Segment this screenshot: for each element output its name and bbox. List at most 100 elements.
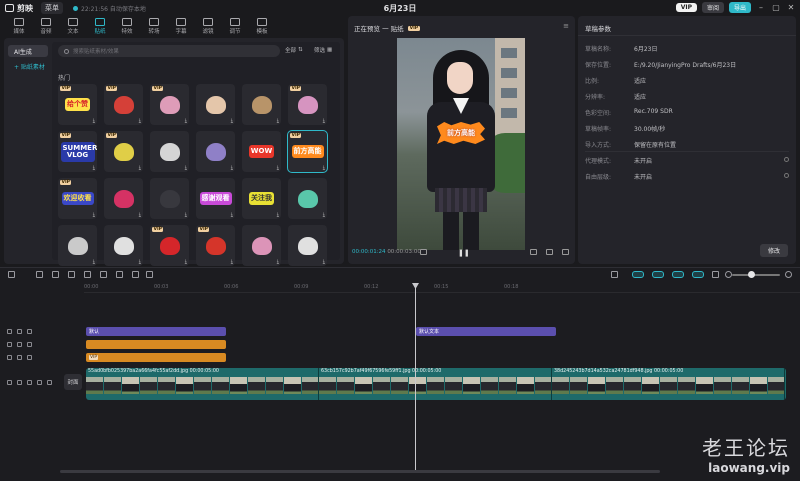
freeze-icon[interactable] (132, 271, 139, 278)
snap-icon[interactable] (652, 271, 664, 278)
sticker-thanks-watching[interactable]: 感谢观看 ⤓ (196, 178, 235, 219)
redo-icon[interactable] (52, 271, 59, 278)
download-icon[interactable]: ⤓ (93, 118, 95, 124)
download-icon[interactable]: ⤓ (93, 259, 95, 265)
sticker-clip[interactable] (86, 340, 226, 349)
download-icon[interactable]: ⤓ (231, 259, 233, 265)
select-tool-icon[interactable] (8, 271, 15, 278)
crop-tool-icon[interactable] (146, 271, 153, 278)
zoom-slider[interactable] (732, 274, 780, 276)
fullframe-icon[interactable] (420, 249, 427, 255)
fullscreen-icon[interactable] (562, 249, 569, 255)
hide-icon[interactable] (17, 355, 22, 360)
zoom-out-icon[interactable] (725, 271, 732, 278)
download-icon[interactable]: ⤓ (139, 259, 141, 265)
clip-icon[interactable] (7, 380, 12, 385)
sticker-glow-heart[interactable]: ⤓ (196, 84, 235, 125)
download-icon[interactable]: ⤓ (93, 165, 95, 171)
filter-all-button[interactable]: 全部 ⇅ (285, 46, 303, 54)
sticker-yellow-badge[interactable]: 关注我 ⤓ (242, 178, 281, 219)
category-item[interactable]: + 贴纸素材 (8, 60, 48, 72)
info-icon[interactable] (784, 173, 789, 178)
zoom-slider-knob[interactable] (748, 271, 755, 278)
download-icon[interactable]: ⤓ (323, 118, 325, 124)
sticker-cloud[interactable]: ⤓ (104, 225, 143, 266)
tab-transition[interactable]: 转场 (145, 16, 163, 35)
text-clip[interactable]: 默认文本 (416, 327, 556, 336)
download-icon[interactable]: ⤓ (139, 165, 141, 171)
player-menu-icon[interactable]: ≡ (563, 22, 569, 30)
sticker-search-input[interactable]: 搜索贴纸素材/效果 (58, 45, 280, 57)
info-icon[interactable] (784, 157, 789, 162)
more-icon[interactable] (47, 380, 52, 385)
download-icon[interactable]: ⤓ (139, 212, 141, 218)
tab-template[interactable]: 模板 (253, 16, 271, 35)
download-icon[interactable]: ⤓ (323, 212, 325, 218)
ratio-icon[interactable] (546, 249, 553, 255)
tab-text[interactable]: 文本 (64, 16, 82, 35)
mute-icon[interactable] (27, 329, 32, 334)
download-icon[interactable]: ⤓ (277, 165, 279, 171)
download-icon[interactable]: ⤓ (185, 259, 187, 265)
download-icon[interactable]: ⤓ (277, 212, 279, 218)
main-menu-button[interactable]: 菜单 (41, 2, 63, 14)
pause-button[interactable]: ❚❚ (458, 249, 470, 257)
preview-axis-icon[interactable] (692, 271, 704, 278)
sticker-strawberry[interactable]: VIP ⤓ (104, 84, 143, 125)
tab-effects[interactable]: 特效 (118, 16, 136, 35)
video-clip[interactable]: 63cb157c92b7af49f67596fe59ff1.jpg 00:00:… (319, 368, 552, 400)
sticker-qian-fang-gao-neng[interactable]: 前方高能 VIP ⤓ (287, 130, 328, 173)
timeline-ruler[interactable]: 00:00 00:03 00:06 00:09 00:12 00:15 00:18 (84, 283, 800, 293)
tab-audio[interactable]: 音频 (37, 16, 55, 35)
download-icon[interactable]: ⤓ (231, 118, 233, 124)
timeline-scrollbar[interactable] (60, 470, 660, 473)
lock-icon[interactable] (17, 380, 22, 385)
tab-adjust[interactable]: 调节 (226, 16, 244, 35)
vip-button[interactable]: VIP (675, 3, 697, 12)
download-icon[interactable]: ⤓ (185, 212, 187, 218)
lock-icon[interactable] (7, 342, 12, 347)
download-icon[interactable]: ⤓ (185, 118, 187, 124)
sticker-bear[interactable]: ⤓ (242, 84, 281, 125)
export-button[interactable]: 导出 (728, 2, 751, 13)
undo-icon[interactable] (36, 271, 43, 278)
hide-icon[interactable] (27, 380, 32, 385)
download-icon[interactable]: ⤓ (185, 165, 187, 171)
tab-sticker[interactable]: 贴纸 (91, 16, 109, 35)
download-icon[interactable]: ⤓ (139, 118, 141, 124)
video-clip[interactable]: 38d245243b7d14a532ca24781df948.jpg 00:00… (552, 368, 785, 400)
hide-icon[interactable] (17, 329, 22, 334)
sticker-summer-vlog[interactable]: SUMMER VLOG VIP ⤓ (58, 131, 97, 172)
download-icon[interactable]: ⤓ (231, 165, 233, 171)
maximize-icon[interactable]: ▢ (771, 3, 781, 12)
split-right-icon[interactable] (100, 271, 107, 278)
sticker-feather[interactable]: ⤓ (196, 131, 235, 172)
download-icon[interactable]: ⤓ (93, 212, 95, 218)
sticker-red-cursor[interactable]: VIP ⤓ (196, 225, 235, 266)
sticker-cyan-butterfly[interactable]: ⤓ (288, 178, 327, 219)
tab-media[interactable]: 媒体 (10, 16, 28, 35)
split-icon[interactable] (68, 271, 75, 278)
lock-icon[interactable] (7, 329, 12, 334)
split-left-icon[interactable] (84, 271, 91, 278)
sticker-clip[interactable]: VIP (86, 353, 226, 362)
sticker-sparkle[interactable]: ⤓ (58, 225, 97, 266)
modify-button[interactable]: 修改 (759, 244, 788, 257)
sticker-pink-text[interactable]: VIP ⤓ (150, 84, 189, 125)
sticker-pink-glossy-heart[interactable]: ⤓ (242, 225, 281, 266)
cover-button[interactable]: 封面 (64, 374, 82, 390)
sticker-pink-heart[interactable]: ⤓ (104, 178, 143, 219)
filter-sort-button[interactable]: 筛选 ▦ (314, 46, 332, 54)
close-icon[interactable]: ✕ (786, 3, 796, 12)
lock-icon[interactable] (7, 355, 12, 360)
preview-video[interactable]: 前方高能 (397, 38, 525, 250)
crop-icon[interactable] (530, 249, 537, 255)
preview-sticker-overlay[interactable]: 前方高能 (437, 122, 485, 144)
download-icon[interactable]: ⤓ (277, 259, 279, 265)
text-clip[interactable]: 默认 (86, 327, 226, 336)
tab-filter[interactable]: 滤镜 (199, 16, 217, 35)
auto-link-icon[interactable] (672, 271, 684, 278)
sticker-quote[interactable]: VIP ⤓ (104, 131, 143, 172)
mute-icon[interactable] (37, 380, 42, 385)
sticker-gradient-box[interactable]: VIP ⤓ (288, 84, 327, 125)
